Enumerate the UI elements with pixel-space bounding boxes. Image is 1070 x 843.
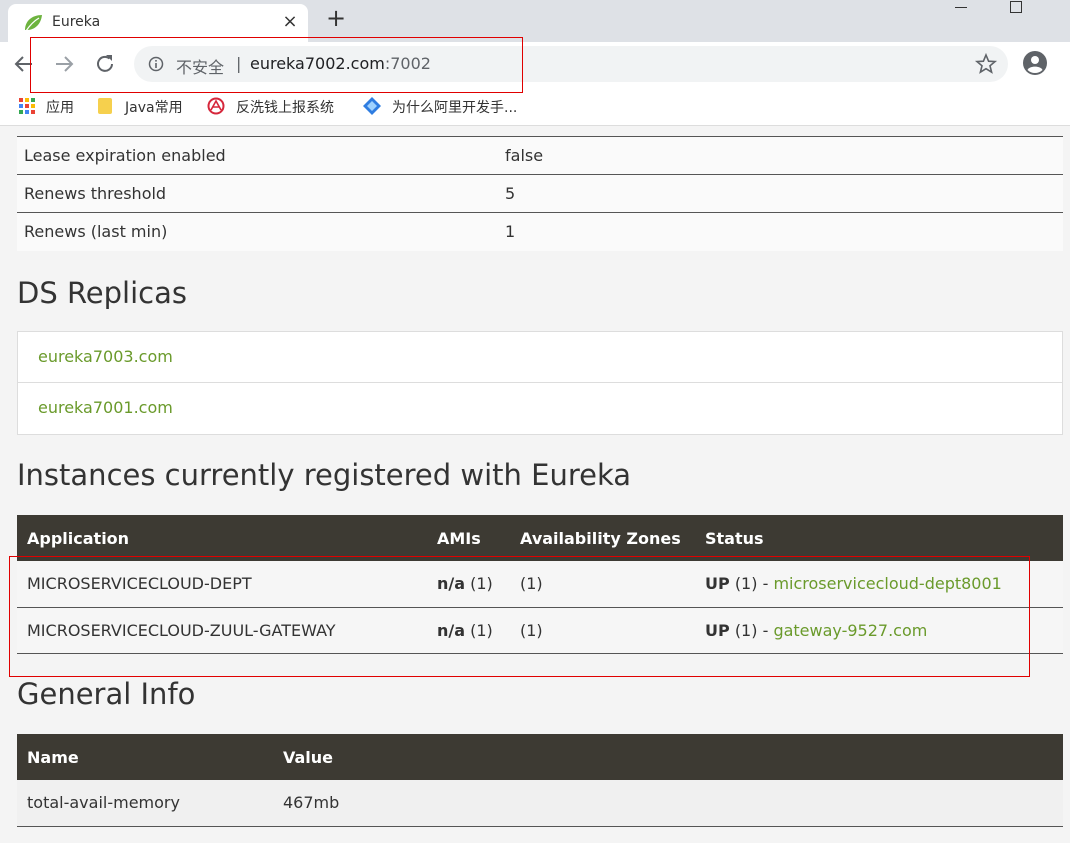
table-header-row: Name Value (17, 734, 1063, 780)
info-value: 467mb (273, 780, 1063, 827)
tab-strip: Eureka × + (0, 0, 1070, 42)
info-name: total-avail-memory (17, 780, 273, 827)
star-icon[interactable] (974, 52, 998, 76)
table-row: Renews (last min) 1 (17, 212, 1063, 251)
general-info-heading: General Info (17, 677, 196, 711)
leaf-favicon-icon (25, 15, 42, 32)
replica-link[interactable]: eureka7003.com (18, 332, 1062, 383)
column-header-zones: Availability Zones (510, 515, 695, 561)
column-header-application: Application (17, 515, 427, 561)
table-row: total-avail-memory 467mb (17, 780, 1063, 827)
folder-icon (98, 98, 112, 114)
bookmark-ali-label: 为什么阿里开发手... (392, 100, 518, 116)
replica-link[interactable]: eureka7001.com (18, 383, 1062, 434)
minimize-icon[interactable] (952, 0, 970, 14)
lease-key: Renews threshold (17, 174, 505, 213)
bookmark-blue-icon (363, 97, 381, 115)
lease-value: 1 (505, 212, 1063, 251)
lease-value: 5 (505, 174, 1063, 213)
annotation-box-instances (9, 556, 1030, 677)
bookmark-java-label: Java常用 (125, 100, 183, 116)
column-header-status: Status (695, 515, 1063, 561)
new-tab-button[interactable]: + (322, 4, 350, 32)
annotation-box-url (30, 37, 523, 93)
bookmark-red-icon (207, 97, 225, 115)
column-header-name: Name (17, 734, 273, 780)
lease-value: false (505, 136, 1063, 175)
instances-heading: Instances currently registered with Eure… (17, 458, 632, 492)
lease-key: Renews (last min) (17, 212, 505, 251)
maximize-icon[interactable] (1010, 1, 1022, 13)
table-row: Renews threshold 5 (17, 174, 1063, 213)
column-header-amis: AMIs (427, 515, 510, 561)
general-info-table: Name Value total-avail-memory 467mb (17, 734, 1063, 827)
bookmark-apps-label: 应用 (46, 100, 74, 116)
table-row: Lease expiration enabled false (17, 136, 1063, 175)
bookmark-anti-money-label: 反洗钱上报系统 (236, 100, 334, 116)
table-header-row: Application AMIs Availability Zones Stat… (17, 515, 1063, 561)
tab-title: Eureka (52, 14, 101, 30)
apps-icon (19, 98, 35, 114)
lease-key: Lease expiration enabled (17, 136, 505, 175)
ds-replicas-list: eureka7003.com eureka7001.com (17, 331, 1063, 435)
column-header-value: Value (273, 734, 1063, 780)
profile-icon[interactable] (1022, 50, 1048, 76)
lease-info-table: Lease expiration enabled false Renews th… (17, 136, 1063, 251)
ds-replicas-heading: DS Replicas (17, 276, 187, 310)
tab-close-icon[interactable]: × (280, 11, 300, 32)
